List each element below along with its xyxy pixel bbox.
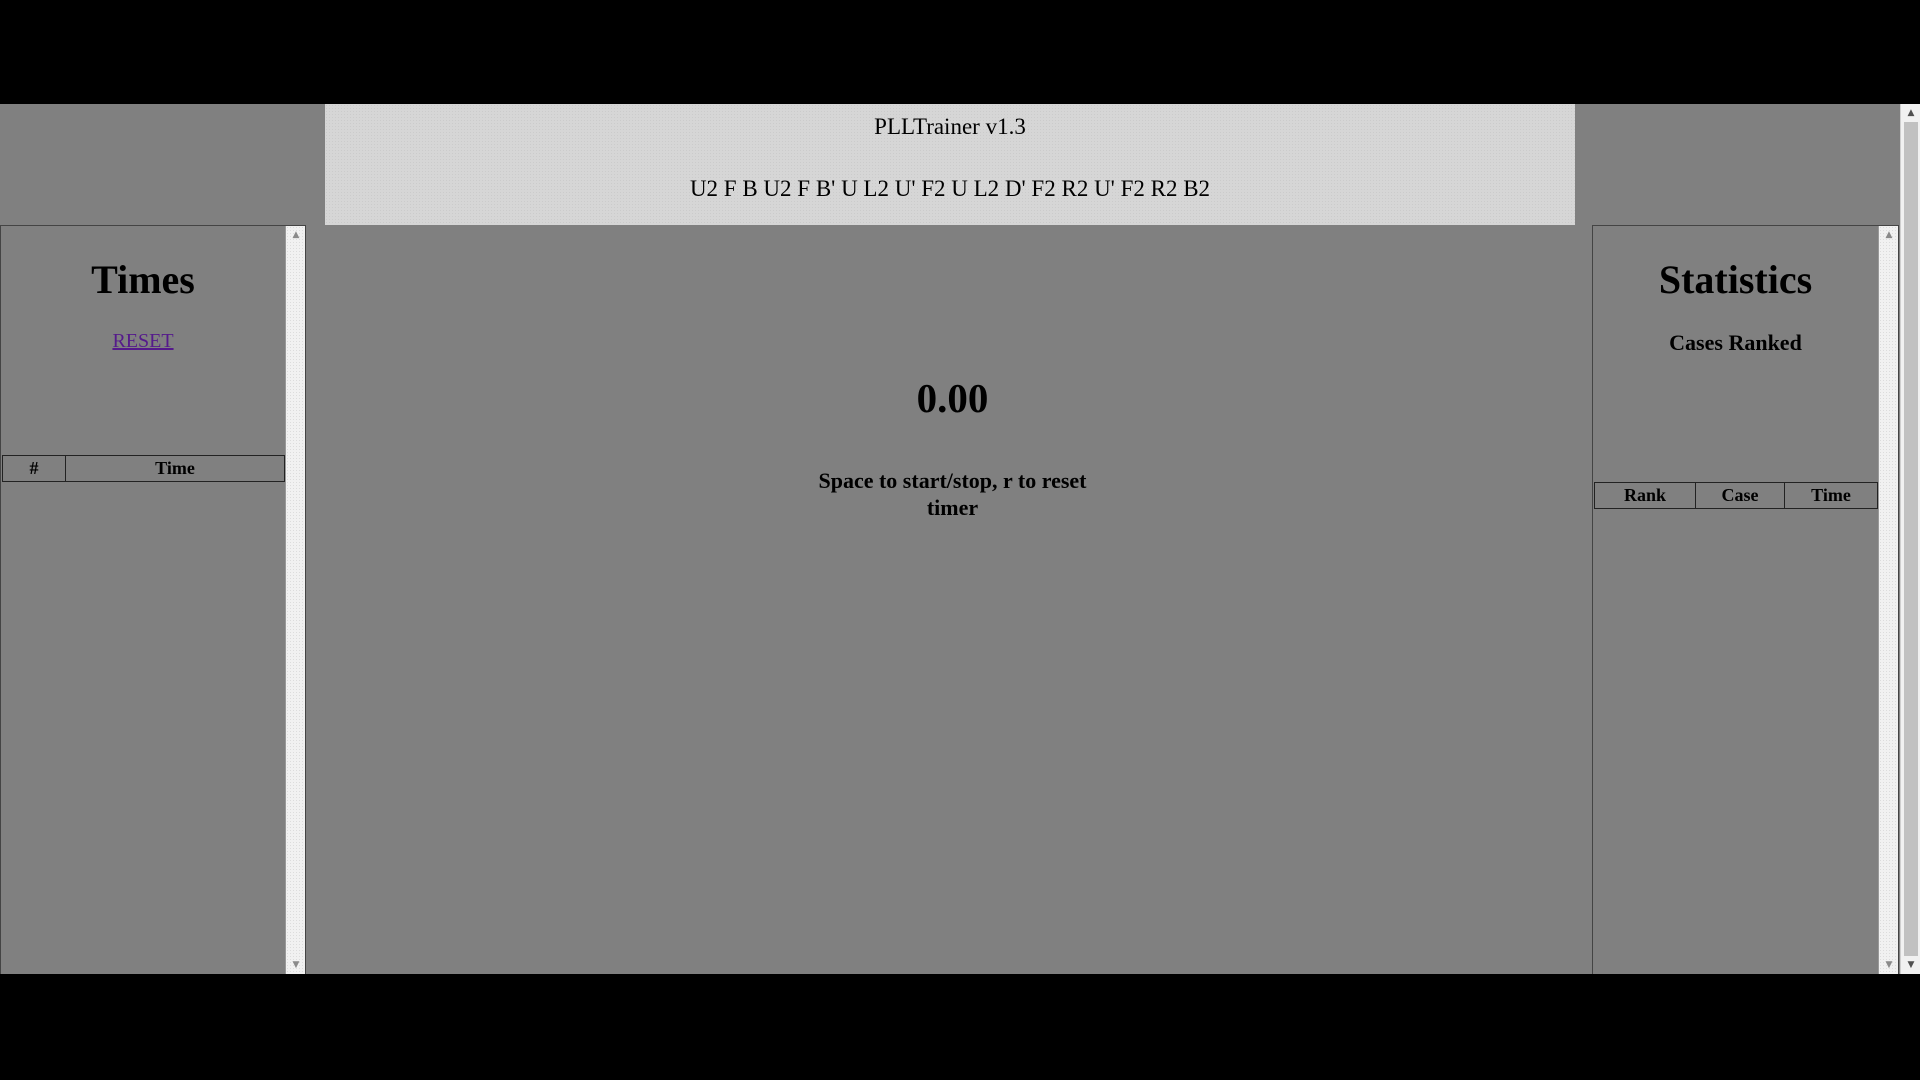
scrollbar-thumb[interactable]: [1904, 122, 1918, 956]
chevron-up-icon[interactable]: ▲: [286, 228, 306, 242]
times-title: Times: [91, 257, 195, 302]
times-table: # Time: [2, 455, 285, 482]
app-viewport: PLLTrainer v1.3 U2 F B U2 F B' U L2 U' F…: [0, 104, 1920, 974]
column-header-number: #: [2, 455, 66, 482]
column-header-case: Case: [1695, 482, 1785, 509]
scramble-text: U2 F B U2 F B' U L2 U' F2 U L2 D' F2 R2 …: [689, 176, 1211, 201]
statistics-title: Statistics: [1658, 257, 1813, 302]
statistics-panel-scrollbar[interactable]: ▲ ▼: [1878, 226, 1898, 974]
times-panel-content: Times RESET # Time: [1, 226, 285, 974]
column-header-rank: Rank: [1594, 482, 1696, 509]
app-title: PLLTrainer v1.3: [874, 114, 1026, 139]
chevron-down-icon[interactable]: ▼: [1879, 958, 1899, 972]
timer-instructions: Space to start/stop, r to reset timer: [818, 468, 1087, 520]
column-header-time: Time: [65, 455, 285, 482]
header-banner: PLLTrainer v1.3 U2 F B U2 F B' U L2 U' F…: [325, 104, 1575, 225]
times-table-header-row: # Time: [2, 455, 285, 482]
column-header-time: Time: [1784, 482, 1878, 509]
chevron-up-icon[interactable]: ▲: [1901, 106, 1920, 120]
chevron-down-icon[interactable]: ▼: [286, 958, 306, 972]
chevron-up-icon[interactable]: ▲: [1879, 228, 1899, 242]
timer-display: 0.00: [916, 375, 989, 421]
cases-ranked-heading: Cases Ranked: [1669, 330, 1802, 355]
times-panel: Times RESET # Time ▲ ▼: [0, 225, 306, 974]
cases-table-header-row: Rank Case Time: [1594, 482, 1878, 509]
cases-ranked-table: Rank Case Time: [1594, 482, 1878, 509]
chevron-down-icon[interactable]: ▼: [1901, 958, 1920, 972]
statistics-panel: Statistics Cases Ranked Rank Case Time ▲…: [1592, 225, 1899, 974]
page-scrollbar[interactable]: ▲ ▼: [1900, 104, 1920, 974]
statistics-panel-content: Statistics Cases Ranked Rank Case Time: [1593, 226, 1878, 974]
times-panel-scrollbar[interactable]: ▲ ▼: [285, 226, 305, 974]
reset-link[interactable]: RESET: [1, 330, 285, 353]
